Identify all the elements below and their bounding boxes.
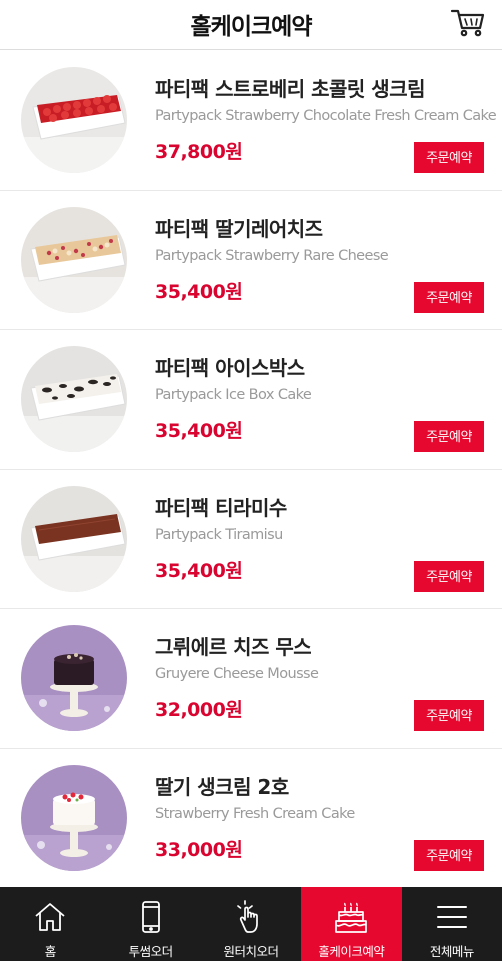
product-english-name: Partypack Strawberry Rare Cheese bbox=[155, 247, 389, 264]
product-price: 35,400원 bbox=[155, 280, 243, 303]
menu-icon bbox=[436, 906, 467, 928]
product-image bbox=[21, 625, 127, 731]
nav-label: 투썸오더 bbox=[128, 944, 174, 959]
app-header: 홀케이크예약 bbox=[0, 0, 502, 50]
cake-icon bbox=[335, 902, 368, 933]
nav-label: 전체메뉴 bbox=[429, 944, 475, 959]
product-name: 파티팩 아이스박스 bbox=[155, 356, 305, 380]
order-reserve-button[interactable]: 주문예약 bbox=[414, 142, 484, 173]
product-item[interactable]: 파티팩 딸기레어치즈 Partypack Strawberry Rare Che… bbox=[0, 191, 502, 330]
nav-label: 원터치오더 bbox=[223, 944, 280, 959]
home-icon bbox=[35, 903, 65, 931]
product-list: 파티팩 스트로베리 초콜릿 생크림 Partypack Strawberry C… bbox=[0, 51, 502, 887]
nav-all-menu[interactable]: 전체메뉴 bbox=[402, 887, 502, 961]
nav-home[interactable]: 홈 bbox=[0, 887, 100, 961]
product-item[interactable]: 딸기 생크림 2호 Strawberry Fresh Cream Cake 33… bbox=[0, 749, 502, 888]
order-reserve-button[interactable]: 주문예약 bbox=[414, 560, 484, 592]
product-english-name: Partypack Strawberry Chocolate Fresh Cre… bbox=[155, 108, 497, 124]
nav-one-touch-order[interactable]: 원터치오더 bbox=[201, 887, 301, 961]
product-name: 딸기 생크림 2호 bbox=[155, 774, 289, 799]
nav-label: 홈 bbox=[44, 944, 57, 959]
cart-button[interactable] bbox=[450, 6, 486, 38]
product-image bbox=[21, 206, 127, 313]
order-reserve-button[interactable]: 주문예약 bbox=[414, 421, 484, 452]
product-name: 파티팩 딸기레어치즈 bbox=[155, 216, 323, 241]
nav-label: 홀케이크예약 bbox=[318, 944, 385, 959]
product-name: 파티팩 스트로베리 초콜릿 생크림 bbox=[155, 77, 426, 101]
bottom-nav: 홈 투썸오더 원터치오더 홀케이크예약 전체메뉴 bbox=[0, 887, 502, 961]
product-image bbox=[21, 485, 127, 592]
product-price: 35,400원 bbox=[155, 559, 243, 582]
order-reserve-button[interactable]: 주문예약 bbox=[414, 839, 484, 871]
product-image bbox=[21, 346, 127, 452]
order-reserve-button[interactable]: 주문예약 bbox=[414, 281, 484, 313]
product-item[interactable]: 그뤼에르 치즈 무스 Gruyere Cheese Mousse 32,000원… bbox=[0, 609, 502, 749]
product-english-name: Partypack Tiramisu bbox=[155, 526, 283, 543]
product-english-name: Partypack Ice Box Cake bbox=[155, 387, 312, 403]
product-image bbox=[21, 67, 127, 173]
product-item[interactable]: 파티팩 티라미수 Partypack Tiramisu 35,400원 주문예약 bbox=[0, 470, 502, 609]
product-english-name: Strawberry Fresh Cream Cake bbox=[155, 805, 355, 822]
tap-hand-icon bbox=[237, 900, 258, 933]
product-price: 35,400원 bbox=[155, 420, 243, 442]
cart-icon bbox=[450, 9, 485, 37]
nav-whole-cake-reservation[interactable]: 홀케이크예약 bbox=[301, 887, 402, 961]
phone-icon bbox=[141, 901, 160, 933]
product-name: 파티팩 티라미수 bbox=[155, 495, 287, 520]
product-image bbox=[21, 764, 127, 871]
nav-twosome-order[interactable]: 투썸오더 bbox=[100, 887, 200, 961]
order-reserve-button[interactable]: 주문예약 bbox=[414, 700, 484, 731]
page-title: 홀케이크예약 bbox=[190, 14, 313, 40]
product-price: 33,000원 bbox=[155, 838, 243, 861]
product-name: 그뤼에르 치즈 무스 bbox=[155, 635, 312, 659]
product-item[interactable]: 파티팩 스트로베리 초콜릿 생크림 Partypack Strawberry C… bbox=[0, 51, 502, 191]
product-price: 37,800원 bbox=[155, 141, 243, 163]
product-english-name: Gruyere Cheese Mousse bbox=[155, 666, 319, 682]
product-item[interactable]: 파티팩 아이스박스 Partypack Ice Box Cake 35,400원… bbox=[0, 330, 502, 470]
product-price: 32,000원 bbox=[155, 699, 243, 721]
